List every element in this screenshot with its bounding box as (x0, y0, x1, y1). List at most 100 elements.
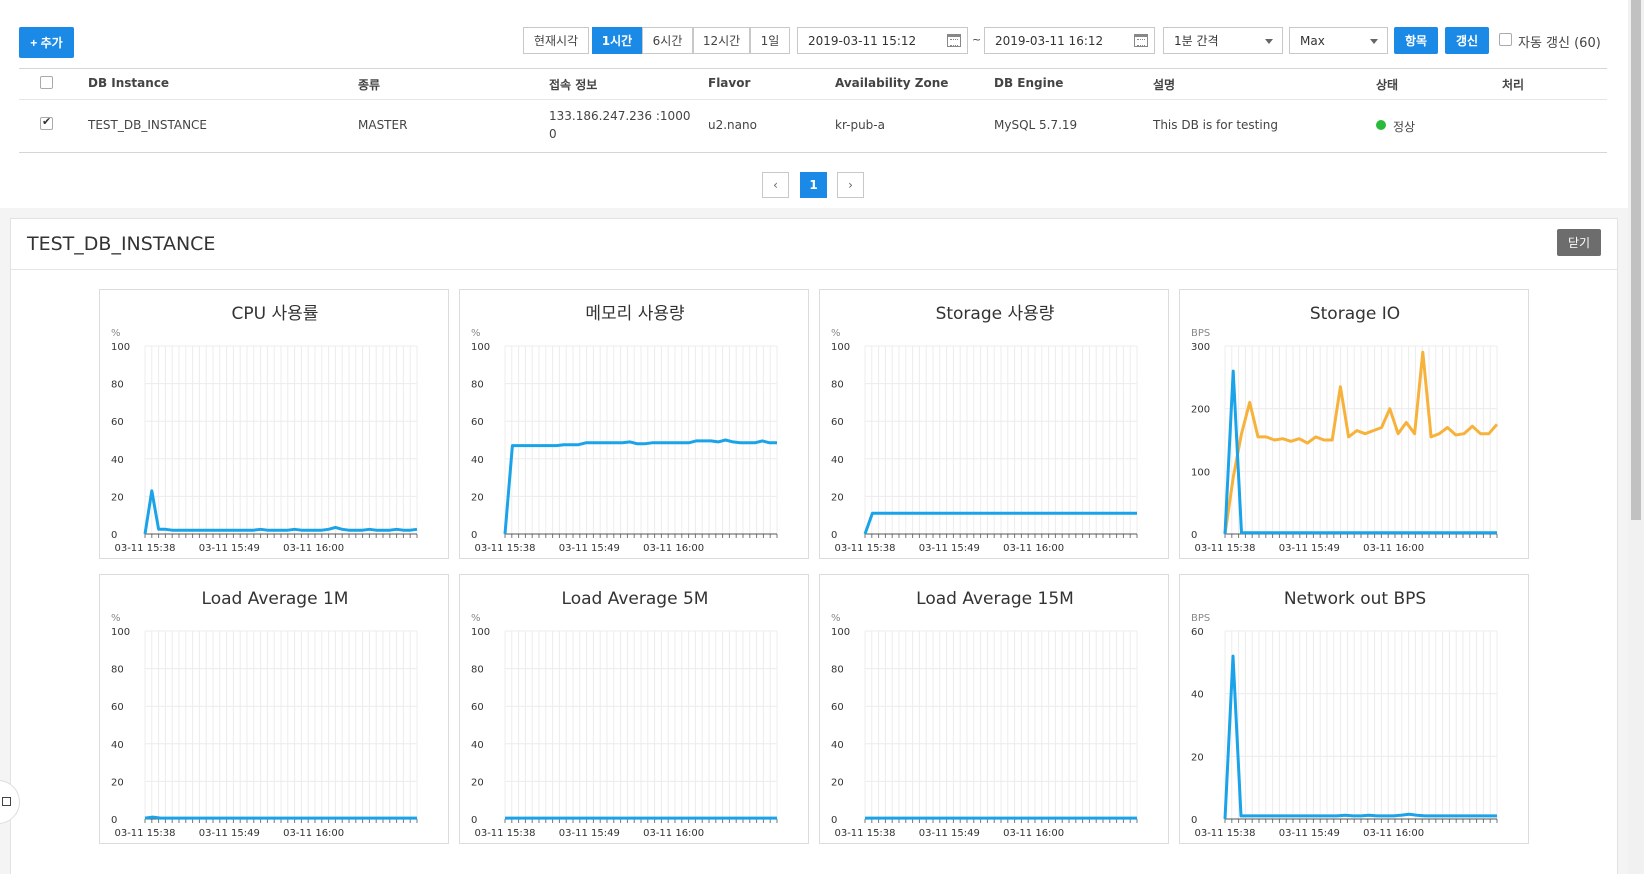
status-badge: 정상 (1393, 120, 1416, 134)
x-tick-label: 03-11 15:38 (474, 543, 535, 554)
next-page-button[interactable]: › (837, 172, 864, 198)
header-status[interactable]: 상태 (1376, 76, 1398, 93)
x-tick-label: 03-11 15:38 (114, 543, 175, 554)
y-tick-label: 40 (831, 455, 844, 466)
range-separator: ~ (972, 33, 982, 46)
y-tick-label: 60 (831, 702, 844, 713)
items-button[interactable]: 항목 (1394, 27, 1438, 54)
header-type[interactable]: 종류 (358, 76, 380, 93)
aggregate-value: Max (1300, 33, 1325, 48)
header-connection[interactable]: 접속 정보 (549, 76, 597, 93)
select-all-checkbox[interactable] (40, 76, 53, 89)
connection-info-line1: 133.186.247.236 :1000 (549, 109, 691, 123)
x-tick-label: 03-11 15:38 (114, 828, 175, 839)
chart-svg: CPU 사용률% 0 20 40 60 80 100 03-11 15:38 03-11 15:… (111, 304, 418, 554)
end-time-input[interactable]: 2019-03-11 16:12 (984, 27, 1155, 54)
series-line[interactable] (144, 815, 417, 820)
instance-name[interactable]: TEST_DB_INSTANCE (88, 118, 207, 132)
scrollbar-thumb[interactable] (1631, 0, 1641, 520)
y-tick-label: 100 (111, 342, 130, 353)
prev-page-button[interactable]: ‹ (762, 172, 789, 198)
y-tick-label: 80 (471, 380, 484, 391)
range-1d-button[interactable]: 1일 (750, 27, 790, 54)
table-top-border (19, 68, 1607, 69)
y-tick-label: 20 (111, 777, 124, 788)
auto-refresh-checkbox[interactable] (1499, 33, 1512, 46)
header-engine[interactable]: DB Engine (994, 76, 1063, 90)
x-tick-label: 03-11 16:00 (1003, 828, 1064, 839)
refresh-button[interactable]: 갱신 (1445, 27, 1489, 54)
y-tick-label: 200 (1191, 405, 1210, 416)
chart-svg: Network out BPS BPS 0 20 40 60 03-11 15:38 03-1… (1191, 589, 1498, 839)
y-tick-label: 40 (111, 740, 124, 751)
range-6h-button[interactable]: 6시간 (642, 27, 693, 54)
y-tick-label: 40 (111, 455, 124, 466)
y-tick-label: 20 (471, 777, 484, 788)
header-description[interactable]: 설명 (1153, 76, 1175, 93)
y-tick-label: 0 (831, 815, 837, 826)
chart-card: Storage 사용량% 0 20 40 60 80 100 03-11 15:38 03-11… (819, 289, 1169, 559)
y-tick-label: 20 (831, 777, 844, 788)
start-time-input[interactable]: 2019-03-11 15:12 (797, 27, 968, 54)
chart-unit: BPS (1191, 613, 1210, 624)
calendar-icon[interactable] (947, 34, 961, 47)
x-tick-label: 03-11 15:49 (559, 828, 620, 839)
page-1-button[interactable]: 1 (800, 172, 827, 198)
y-tick-label: 0 (471, 815, 477, 826)
chart-card: Load Average 15M% 0 20 40 60 80 100 03-11 15:38… (819, 574, 1169, 844)
chevron-down-icon (1265, 39, 1273, 44)
aggregate-select[interactable]: Max (1289, 27, 1388, 54)
chart-svg: Storage IO BPS 0 100 200 300 03-11 15:38 03-11 … (1191, 304, 1499, 554)
chart-unit: BPS (1191, 328, 1210, 339)
chart-title: CPU 사용률 (232, 304, 319, 324)
table-header-border (19, 99, 1607, 100)
y-tick-label: 40 (471, 740, 484, 751)
x-tick-label: 03-11 16:00 (1363, 543, 1424, 554)
range-12h-button[interactable]: 12시간 (693, 27, 750, 54)
y-tick-label: 40 (1191, 690, 1204, 701)
y-tick-label: 0 (831, 530, 837, 541)
x-tick-label: 03-11 16:00 (643, 828, 704, 839)
chart-card: Load Average 1M% 0 20 40 60 80 100 03-11 15:38 0… (99, 574, 449, 844)
y-tick-label: 0 (111, 815, 117, 826)
x-tick-label: 03-11 16:00 (283, 543, 344, 554)
x-tick-label: 03-11 16:00 (643, 543, 704, 554)
square-icon (2, 797, 11, 806)
panel-title: TEST_DB_INSTANCE (27, 233, 216, 255)
add-button[interactable]: + 추가 (19, 27, 74, 58)
interval-select[interactable]: 1분 간격 (1163, 27, 1283, 54)
engine-value: MySQL 5.7.19 (994, 118, 1078, 132)
x-tick-label: 03-11 16:00 (283, 828, 344, 839)
instance-type: MASTER (358, 118, 408, 132)
range-now-button[interactable]: 현재시각 (523, 27, 589, 54)
chart-title: Load Average 5M (562, 589, 709, 609)
chart-card: 메모리 사용량% 0 20 40 60 80 100 03-11 15:38 03-11 15:… (459, 289, 809, 559)
vertical-scrollbar[interactable] (1628, 0, 1644, 874)
header-action[interactable]: 처리 (1502, 76, 1524, 93)
y-tick-label: 20 (1191, 752, 1204, 763)
start-time-value: 2019-03-11 15:12 (808, 33, 917, 48)
header-flavor[interactable]: Flavor (708, 76, 750, 90)
panel-divider (11, 269, 1617, 270)
row-checkbox[interactable] (40, 115, 53, 130)
x-tick-label: 03-11 15:38 (1194, 828, 1255, 839)
calendar-icon[interactable] (1134, 34, 1148, 47)
chart-title: Load Average 1M (202, 589, 349, 609)
chart-unit: % (111, 613, 121, 624)
y-tick-label: 300 (1191, 342, 1210, 353)
y-tick-label: 80 (111, 665, 124, 676)
range-1h-button[interactable]: 1시간 (592, 27, 642, 54)
x-tick-label: 03-11 15:49 (1279, 828, 1340, 839)
table-bottom-border (19, 152, 1607, 153)
x-tick-label: 03-11 15:38 (834, 543, 895, 554)
y-tick-label: 40 (831, 740, 844, 751)
header-db-instance[interactable]: DB Instance (88, 76, 169, 90)
header-zone[interactable]: Availability Zone (835, 76, 948, 90)
x-tick-label: 03-11 15:38 (1194, 543, 1255, 554)
chart-card: Load Average 5M% 0 20 40 60 80 100 03-11 15:38 0… (459, 574, 809, 844)
description-value: This DB is for testing (1153, 118, 1278, 132)
chart-unit: % (831, 328, 841, 339)
chart-card: Network out BPS BPS 0 20 40 60 03-11 15:38 03-1… (1179, 574, 1529, 844)
chart-unit: % (471, 613, 481, 624)
close-panel-button[interactable]: 닫기 (1557, 229, 1601, 256)
